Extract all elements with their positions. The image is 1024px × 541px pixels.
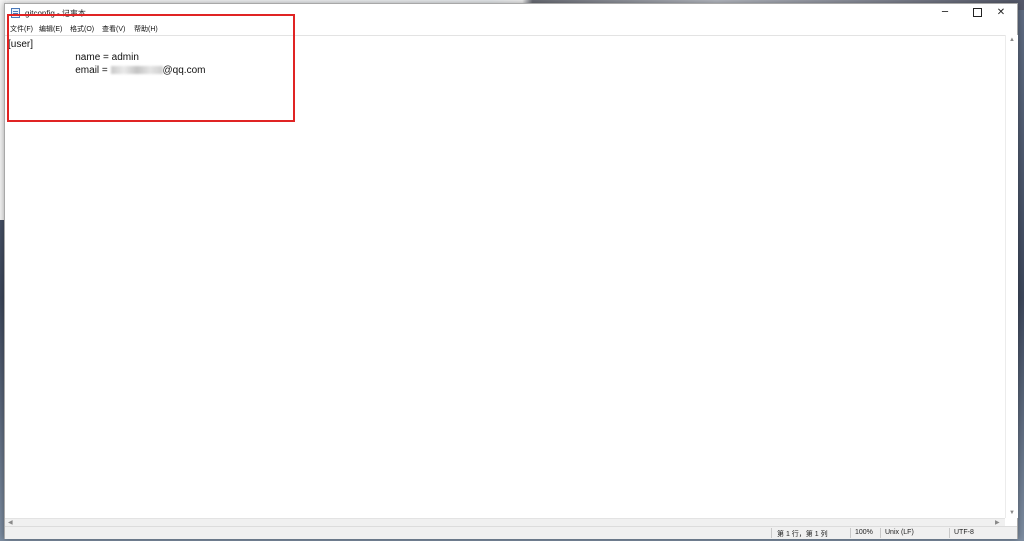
minimize-button[interactable]: ─ <box>929 4 961 22</box>
close-button[interactable]: ✕ <box>985 4 1017 22</box>
encoding: UTF-8 <box>954 529 974 536</box>
close-icon: ✕ <box>996 7 1006 18</box>
scroll-left-icon[interactable]: ◀ <box>8 519 13 526</box>
scroll-up-icon[interactable]: ▲ <box>1009 37 1015 43</box>
status-separator <box>771 528 772 538</box>
line-ending: Unix (LF) <box>885 529 914 536</box>
scroll-right-icon[interactable]: ▶ <box>995 519 1000 526</box>
maximize-icon <box>972 7 982 17</box>
minimize-icon: ─ <box>941 7 949 18</box>
zoom-level: 100% <box>855 529 873 536</box>
status-bar: 第 1 行，第 1 列 100% Unix (LF) UTF-8 <box>5 526 1017 539</box>
scroll-down-icon[interactable]: ▼ <box>1009 510 1015 516</box>
vertical-scrollbar[interactable]: ▲ ▼ <box>1005 35 1018 518</box>
status-separator <box>949 528 950 538</box>
status-separator <box>850 528 851 538</box>
cursor-position: 第 1 行，第 1 列 <box>777 531 828 538</box>
notepad-window: gitconfig - 记事本 ─ ✕ 文件(F) 编辑(E) 格式(O) 查看… <box>4 3 1018 539</box>
status-separator <box>880 528 881 538</box>
highlight-box <box>7 14 295 122</box>
